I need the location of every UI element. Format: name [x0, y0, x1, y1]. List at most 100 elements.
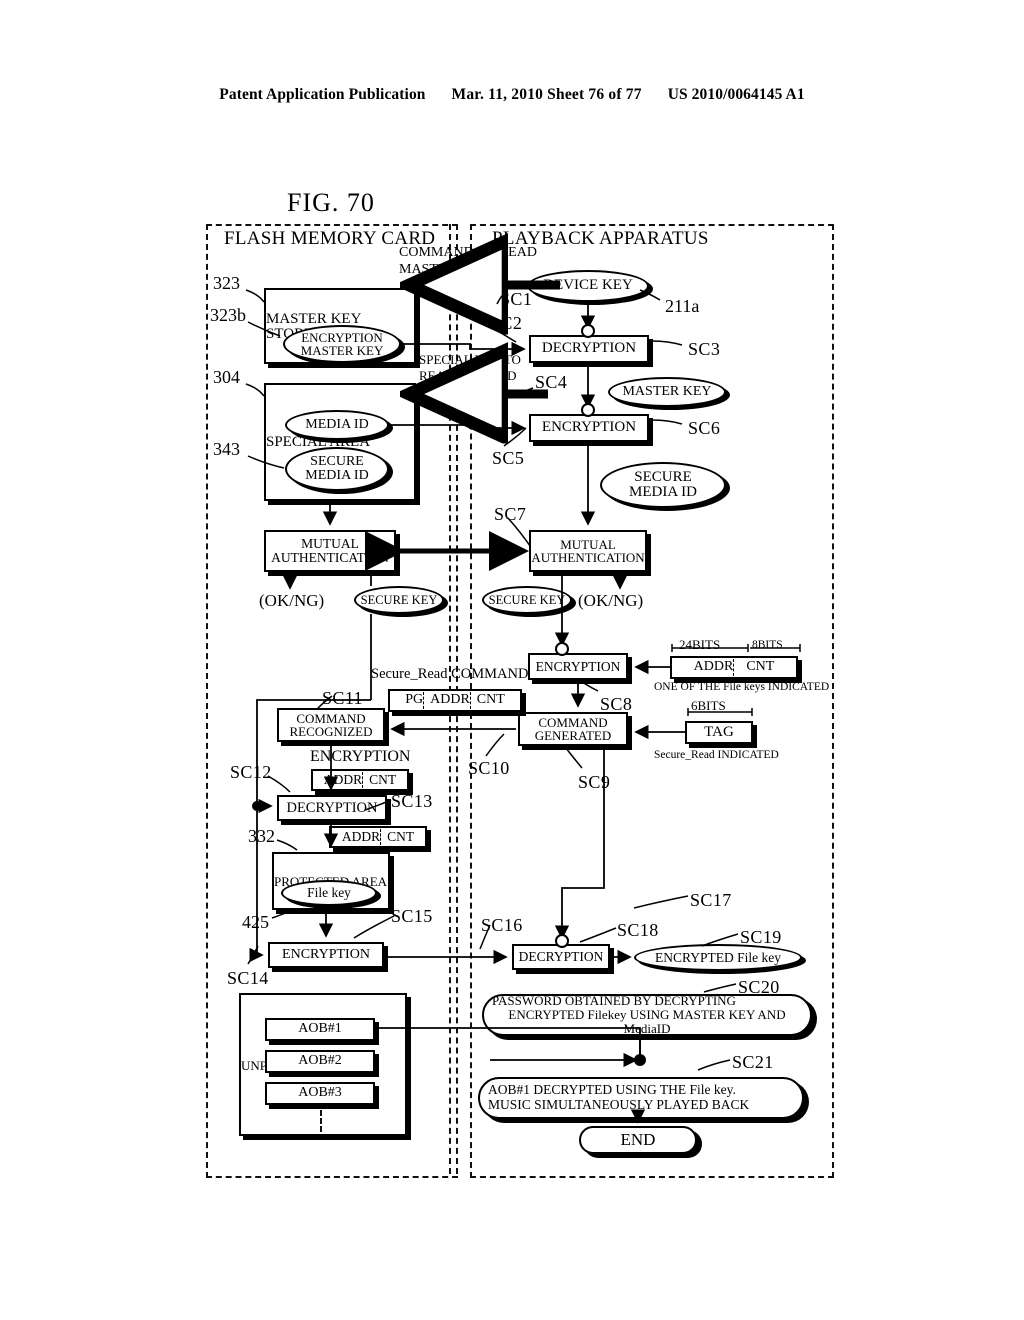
media-id-ellipse: MEDIA ID — [285, 410, 389, 440]
step-sc9: SC9 — [578, 772, 611, 792]
command-generated-box: COMMAND GENERATED — [518, 712, 628, 746]
cnt-label: CNT — [746, 659, 775, 675]
step-sc7: SC7 — [494, 504, 527, 524]
step-sc8: SC8 — [600, 694, 633, 714]
end-label: END — [620, 1129, 656, 1149]
special-key-label-line1: SPECIAL KEY TO — [419, 352, 521, 367]
secure-read-indicated-note: Secure_Read INDICATED — [654, 749, 779, 761]
mutual-authentication-box-card: MUTUAL AUTHENTICATION — [264, 530, 396, 572]
bits-8-label: 8BITS — [752, 639, 783, 651]
encryption-master-key-line2: MASTER KEY — [300, 343, 384, 358]
device-key-ellipse: DEVICE KEY — [527, 270, 649, 302]
secure-media-id-card-line2: MEDIA ID — [305, 468, 369, 483]
encryption-box-player-2: ENCRYPTION — [528, 653, 628, 680]
tag-label: TAG — [704, 723, 734, 740]
encryption-player-2-label: ENCRYPTION — [535, 658, 621, 674]
ref-332: 332 — [248, 826, 275, 846]
aob-note-line2: MUSIC SIMULTANEOUSLY PLAYED BACK — [488, 1097, 750, 1112]
encryption-master-key-line1: ENCRYPTION — [301, 329, 383, 345]
addr-label: ADDR — [693, 659, 734, 675]
step-sc10: SC10 — [468, 758, 510, 778]
step-sc6: SC6 — [688, 418, 721, 438]
ok-ng-card: (OK/NG) — [259, 591, 325, 610]
decryption-player-1-label: DECRYPTION — [541, 340, 637, 357]
password-note-line2: ENCRYPTED Filekey USING MASTER KEY AND M… — [508, 1006, 786, 1037]
aob-note-box: AOB#1 DECRYPTED USING THE File key. MUSI… — [478, 1077, 804, 1119]
password-note-box: PASSWORD OBTAINED BY DECRYPTING ENCRYPTE… — [482, 992, 812, 1037]
command-recognized-line2: RECOGNIZED — [289, 724, 373, 739]
master-key-ellipse: MASTER KEY — [608, 377, 726, 407]
encrypted-file-key-label: ENCRYPTED File key — [654, 949, 781, 965]
addr-cnt-box-2: ADDR CNT — [329, 826, 427, 848]
command-generated-line2: GENERATED — [534, 728, 612, 743]
file-key-label: File key — [307, 885, 351, 901]
bits-24-label: 24BITS — [679, 637, 721, 652]
cmd-read-master-key-label-line1: COMMAND TO READ — [399, 245, 537, 260]
mutual-auth-player-line1: MUTUAL — [560, 536, 616, 552]
secure-media-id-ellipse-player: SECURE MEDIA ID — [600, 462, 726, 508]
master-key-label: MASTER KEY — [622, 383, 712, 399]
decryption-box-player-2: DECRYPTION — [512, 944, 610, 970]
step-sc13: SC13 — [391, 791, 433, 811]
file-key-ellipse: File key — [281, 880, 377, 906]
bits-6-label: 6BITS — [691, 698, 726, 713]
addr-cnt-bits-box: ADDR CNT — [670, 656, 798, 679]
secure-media-id-player-line2: MEDIA ID — [629, 484, 697, 500]
encryption-label-card: ENCRYPTION — [310, 748, 411, 765]
pg-cnt-label: CNT — [476, 692, 505, 708]
step-sc1: SC1 — [500, 289, 533, 309]
figure-70: FIG. 70 FLASH MEMORY CARD PLAYBACK APPAR… — [0, 0, 1024, 1320]
aob-continuation-dots — [320, 1110, 322, 1132]
step-sc20: SC20 — [738, 977, 780, 997]
ref-304: 304 — [213, 367, 240, 387]
command-recognized-box: COMMAND RECOGNIZED — [277, 708, 385, 742]
secure-key-ellipse-player: SECURE KEY — [482, 586, 572, 614]
secure-media-id-card-line1: SECURE — [310, 453, 364, 469]
secure-media-id-ellipse-card: SECURE MEDIA ID — [285, 447, 389, 491]
addr-cnt-2-cnt: CNT — [387, 829, 415, 845]
command-generated-line1: COMMAND — [538, 714, 608, 730]
step-sc4: SC4 — [535, 372, 568, 392]
secure-media-id-player-line1: SECURE — [634, 468, 692, 485]
mutual-auth-card-line2: AUTHENTICATION — [271, 550, 389, 565]
aob1-box: AOB#1 — [265, 1018, 375, 1041]
end-box: END — [579, 1126, 697, 1154]
secure-key-ellipse-card: SECURE KEY — [354, 586, 444, 614]
special-key-label-line2: READ MEDIA ID — [419, 368, 517, 383]
password-note-line1: PASSWORD OBTAINED BY DECRYPTING — [492, 992, 736, 1008]
tag-box: TAG — [685, 721, 753, 744]
secure-key-card-label: SECURE KEY — [360, 592, 438, 607]
aob2-box: AOB#2 — [265, 1050, 375, 1073]
secure-read-command-label: Secure_Read COMMAND — [371, 666, 529, 682]
aob-note-line1: AOB#1 DECRYPTED USING THE File key. — [488, 1082, 736, 1098]
addr-cnt-1-cnt: CNT — [369, 772, 397, 788]
ref-323b: 323b — [210, 305, 246, 325]
step-sc19: SC19 — [740, 927, 782, 947]
one-of-file-keys-note: ONE OF THE File keys INDICATED — [654, 681, 830, 693]
mutual-authentication-box-player: MUTUAL AUTHENTICATION — [529, 530, 647, 572]
step-sc3: SC3 — [688, 339, 721, 359]
aob2-label: AOB#2 — [298, 1053, 342, 1069]
media-id-label: MEDIA ID — [305, 416, 369, 432]
decryption-card-label: DECRYPTION — [286, 799, 378, 816]
step-sc21: SC21 — [732, 1052, 774, 1072]
step-sc18: SC18 — [617, 920, 659, 940]
pg-addr-label: ADDR — [430, 692, 470, 708]
step-sc11: SC11 — [322, 688, 363, 708]
aob1-label: AOB#1 — [298, 1021, 342, 1037]
decryption-box-card: DECRYPTION — [277, 795, 387, 821]
decryption-player-2-label: DECRYPTION — [518, 949, 604, 965]
step-sc2: SC2 — [490, 313, 523, 333]
pg-addr-cnt-box: PG ADDR CNT — [388, 689, 522, 712]
pg-label: PG — [405, 692, 424, 708]
encryption-master-key-ellipse: ENCRYPTION MASTER KEY — [283, 325, 401, 363]
aob3-box: AOB#3 — [265, 1082, 375, 1105]
addr-cnt-2-addr: ADDR — [341, 829, 381, 845]
device-key-label: DEVICE KEY — [543, 277, 633, 294]
encryption-player-1-label: ENCRYPTION — [541, 419, 637, 436]
figure-title: FIG. 70 — [287, 188, 375, 217]
secure-key-player-label: SECURE KEY — [488, 592, 566, 607]
command-recognized-line1: COMMAND — [296, 710, 366, 726]
encrypted-file-key-ellipse: ENCRYPTED File key — [634, 944, 802, 971]
step-sc12: SC12 — [230, 762, 272, 782]
